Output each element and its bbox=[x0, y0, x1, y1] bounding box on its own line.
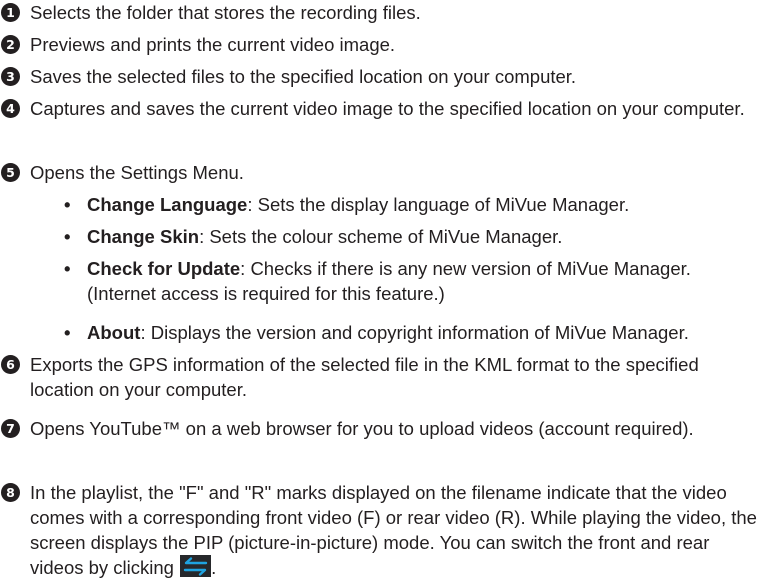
number-badge-4: 4 bbox=[1, 99, 20, 118]
settings-item-desc: : Displays the version and copyright inf… bbox=[140, 322, 689, 343]
manual-page: 1 Selects the folder that stores the rec… bbox=[0, 0, 764, 578]
number-badge-1: 1 bbox=[1, 3, 20, 22]
item-text: Captures and saves the current video ima… bbox=[30, 98, 745, 119]
item-text: Opens the Settings Menu. bbox=[30, 162, 244, 183]
number-badge-8: 8 bbox=[1, 483, 20, 502]
list-item: 1 Selects the folder that stores the rec… bbox=[0, 0, 758, 25]
number-badge-5: 5 bbox=[1, 163, 20, 182]
bullet-icon: • bbox=[64, 322, 71, 343]
list-item: 4 Captures and saves the current video i… bbox=[0, 96, 758, 121]
list-item: 2 Previews and prints the current video … bbox=[0, 32, 758, 57]
item-text: In the playlist, the "F" and "R" marks d… bbox=[30, 482, 757, 578]
item-text: Selects the folder that stores the recor… bbox=[30, 2, 421, 23]
settings-menu-item-check-for-update: • Check for Update: Checks if there is a… bbox=[64, 256, 758, 306]
settings-item-desc: : Sets the colour scheme of MiVue Manage… bbox=[199, 226, 563, 247]
settings-item-desc: : Sets the display language of MiVue Man… bbox=[247, 194, 630, 215]
number-badge-3: 3 bbox=[1, 67, 20, 86]
bullet-icon: • bbox=[64, 226, 71, 247]
number-badge-7: 7 bbox=[1, 419, 20, 438]
list-item: 8 In the playlist, the "F" and "R" marks… bbox=[0, 480, 758, 580]
item-text: Exports the GPS information of the selec… bbox=[30, 354, 699, 400]
settings-item-title: Change Skin bbox=[87, 226, 200, 247]
settings-item-title: Change Language bbox=[87, 194, 248, 215]
settings-menu-item-about: • About: Displays the version and copyri… bbox=[64, 320, 758, 345]
number-badge-2: 2 bbox=[1, 35, 20, 54]
settings-item-title: Check for Update bbox=[87, 258, 241, 279]
item-suffix: . bbox=[211, 557, 217, 578]
bullet-icon: • bbox=[64, 258, 71, 279]
bullet-icon: • bbox=[64, 194, 71, 215]
list-item: 3 Saves the selected files to the specif… bbox=[0, 64, 758, 89]
list-item: 6 Exports the GPS information of the sel… bbox=[0, 352, 758, 402]
settings-menu-item-change-language: • Change Language: Sets the display lang… bbox=[64, 192, 758, 217]
number-badge-6: 6 bbox=[1, 355, 20, 374]
item-text: Opens YouTube™ on a web browser for you … bbox=[30, 418, 694, 439]
settings-menu-item-change-skin: • Change Skin: Sets the colour scheme of… bbox=[64, 224, 758, 249]
list-item: 7 Opens YouTube™ on a web browser for yo… bbox=[0, 416, 758, 441]
item-text: Saves the selected files to the specifie… bbox=[30, 66, 577, 87]
settings-item-title: About bbox=[87, 322, 141, 343]
list-item: 5 Opens the Settings Menu. bbox=[0, 160, 758, 185]
item-text: Previews and prints the current video im… bbox=[30, 34, 396, 55]
